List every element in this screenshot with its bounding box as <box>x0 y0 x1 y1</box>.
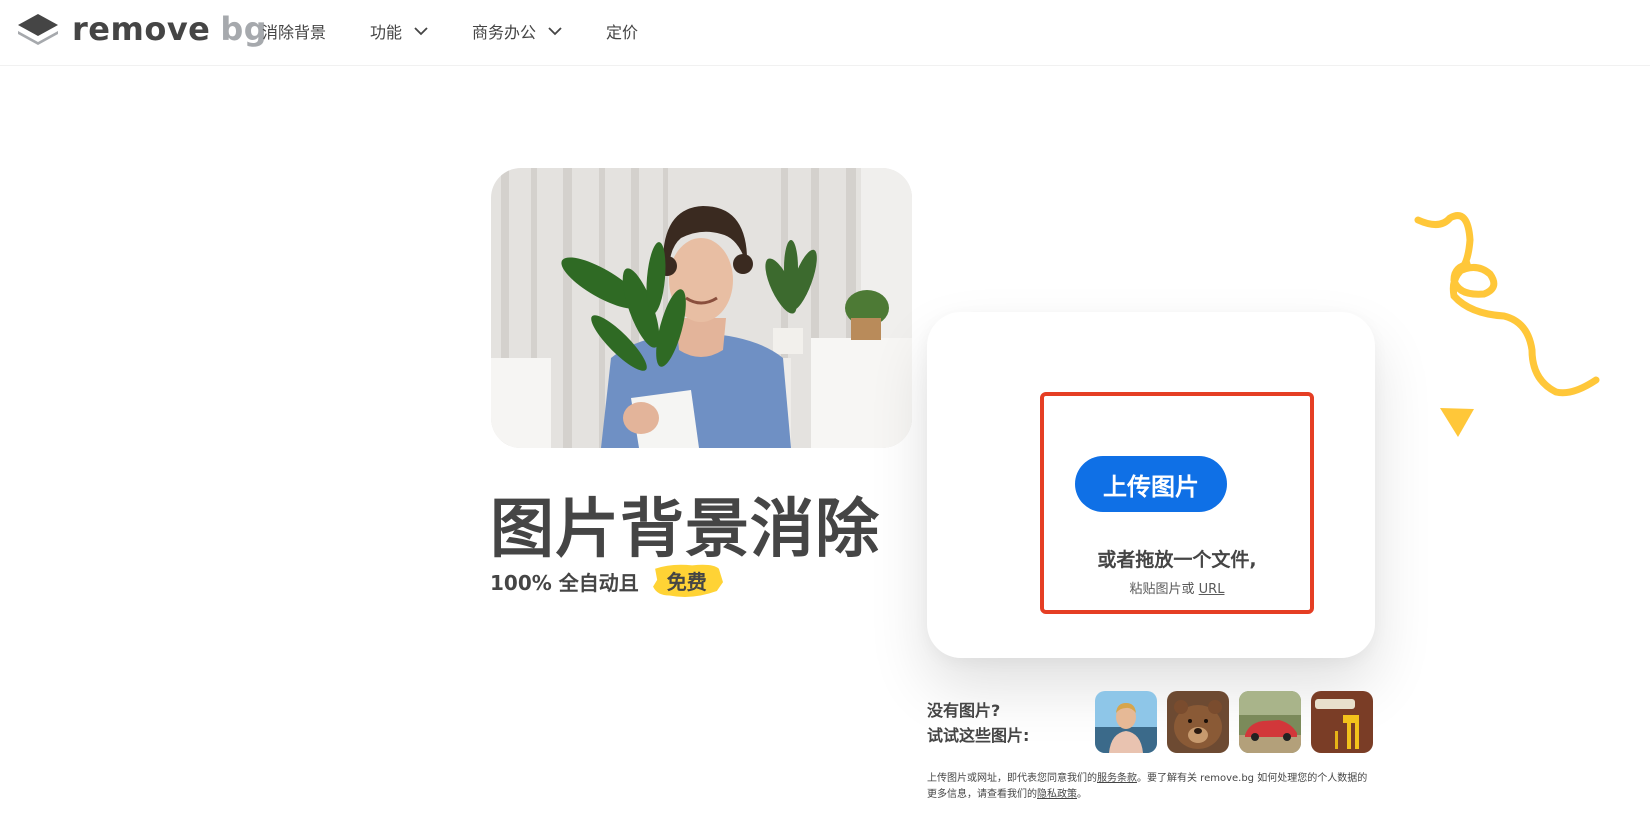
samples-label-line1: 没有图片? <box>927 701 1001 720</box>
logo-text-primary: remove <box>72 10 211 48</box>
free-badge-label: 免费 <box>666 570 707 594</box>
terms-of-service-link[interactable]: 服务条款 <box>1097 773 1137 784</box>
hero-subtitle-text: 100% 全自动且 <box>490 570 639 595</box>
hero-title: 图片背景消除 <box>490 493 880 567</box>
main-nav: 消除背景 功能 商务办公 定价 <box>262 0 682 62</box>
sample-thumb-car[interactable] <box>1239 691 1301 753</box>
nav-item-business[interactable]: 商务办公 <box>472 19 562 43</box>
paste-hint-text: 粘贴图片或 <box>1129 582 1195 597</box>
sample-thumb-bear[interactable] <box>1167 691 1229 753</box>
person-sample <box>1095 691 1157 753</box>
car-sample <box>1239 691 1301 753</box>
hero-image <box>491 168 912 448</box>
top-header: remove bg 消除背景 功能 商务办公 定价 <box>0 0 1650 66</box>
upload-image-button[interactable]: 上传图片 <box>1075 456 1227 512</box>
chevron-down-icon <box>414 26 428 35</box>
layers-logo-icon <box>18 14 58 45</box>
sample-thumb-paint-roller[interactable] <box>1311 691 1373 753</box>
nav-item-label: 定价 <box>606 23 639 42</box>
url-link[interactable]: URL <box>1199 582 1225 597</box>
logo-text-secondary: bg <box>220 10 268 48</box>
drop-file-text: 或者拖放一个文件, <box>1097 549 1257 571</box>
free-badge: 免费 <box>651 562 723 600</box>
terms-text-1: 上传图片或网址，即代表您同意我们的 <box>927 773 1097 784</box>
nav-item-label: 功能 <box>370 23 403 42</box>
terms-text-3: 。 <box>1077 789 1087 800</box>
nav-item-pricing[interactable]: 定价 <box>606 19 638 43</box>
chevron-down-icon <box>548 26 562 35</box>
samples-label-line2: 试试这些图片: <box>927 726 1030 745</box>
samples-label: 没有图片? 试试这些图片: <box>927 698 1029 748</box>
paste-hint: 粘贴图片或 URL <box>1040 578 1314 597</box>
logo-text: remove bg <box>72 12 267 46</box>
sample-thumb-person[interactable] <box>1095 691 1157 753</box>
sample-images <box>1095 691 1383 753</box>
hero-subtitle: 100% 全自动且 免费 <box>490 562 723 600</box>
nav-item-label: 消除背景 <box>262 23 327 42</box>
hero-photo <box>491 168 912 448</box>
logo[interactable]: remove bg <box>16 12 267 46</box>
triangle-decoration <box>1440 408 1474 437</box>
nav-item-features[interactable]: 功能 <box>370 19 428 43</box>
bear-sample <box>1167 691 1229 753</box>
paint-roller-sample <box>1311 691 1373 753</box>
nav-item-label: 商务办公 <box>472 23 537 42</box>
privacy-policy-link[interactable]: 隐私政策 <box>1037 789 1077 800</box>
squiggle-decoration <box>1414 212 1600 397</box>
nav-item-remove-background[interactable]: 消除背景 <box>262 19 326 43</box>
terms-notice: 上传图片或网址，即代表您同意我们的服务条款。要了解有关 remove.bg 如何… <box>927 771 1377 803</box>
